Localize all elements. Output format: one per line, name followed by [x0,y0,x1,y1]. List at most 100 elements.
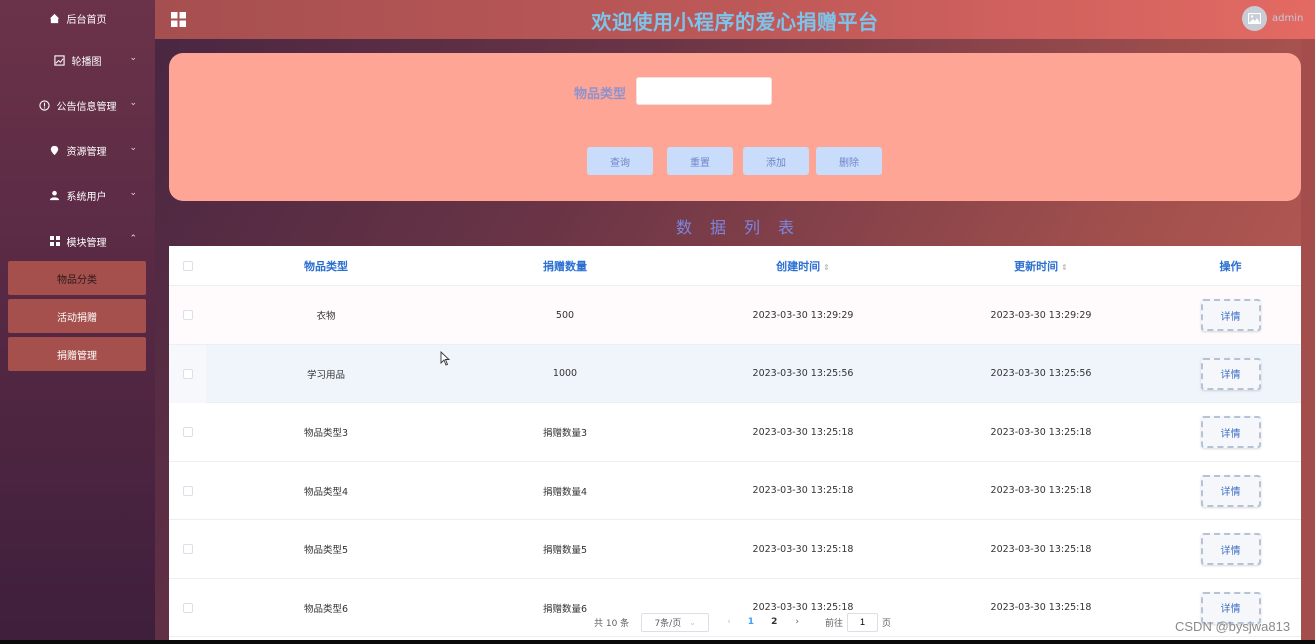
row-checkbox[interactable] [182,427,193,437]
row-select-cell [169,344,206,403]
cell-type: 物品类型4 [303,486,349,498]
chevron-down-icon: ⌄ [129,188,137,198]
table-row[interactable]: 学习用品 1000 2023-03-30 13:25:56 2023-03-30 13… [169,344,1301,403]
user-icon [49,189,61,201]
sidebar-item-home[interactable]: 后台首页 [0,3,155,33]
cell-type: 衣物 [316,311,336,322]
column-header-created[interactable]: 创建时间 ⇕ [684,258,922,274]
chevron-up-icon: ⌃ [129,234,137,244]
query-button[interactable]: 查询 [587,147,653,175]
detail-button[interactable]: 详情 [1200,357,1261,390]
delete-button[interactable]: 删除 [816,147,882,175]
row-checkbox[interactable] [182,544,193,554]
table-row[interactable]: 物品类型4 捐赠数量4 2023-03-30 13:25:18 2023-03-30 … [169,461,1301,520]
cell-updated: 2023-03-30 13:25:18 [990,426,1092,438]
row-checkbox[interactable] [182,485,193,496]
table-row[interactable]: 物品类型5 捐赠数量5 2023-03-30 13:25:18 2023-03-30 … [169,520,1301,579]
avatar[interactable] [1242,6,1267,31]
bottom-bar [0,640,1315,644]
sort-icon[interactable]: ⇕ [823,263,830,272]
goto-label: 前往 [824,618,843,629]
sidebar-subitem-donation-management[interactable]: 捐赠管理 [8,337,146,371]
cell-updated: 2023-03-30 13:25:18 [990,485,1092,496]
reset-button[interactable]: 重置 [667,147,733,175]
table-row[interactable]: 衣物 500 2023-03-30 13:29:29 2023-03-30 13:29… [169,286,1301,345]
section-title: 数据列表 [675,218,812,237]
chevron-down-icon: ⌄ [129,53,137,63]
next-page-button[interactable]: › [795,617,799,627]
table-header: 物品类型 捐赠数量 创建时间 ⇕ 更新时间 ⇕ 操作 [169,246,1301,286]
grid-icon [49,235,61,247]
actions-cell: 详情 [1160,286,1301,344]
chevron-down-icon: ⌄ [129,143,137,153]
search-panel: 物品类型 查询 重置 添加 删除 [169,53,1301,201]
cell-quantity: 捐赠数量3 [542,428,588,439]
sidebar-item-announcements[interactable]: 公告信息管理 ⌄ [0,90,155,120]
cell-created: 2023-03-30 13:25:18 [752,543,854,555]
sidebar-subitem-activity-donation[interactable]: 活动捐赠 [8,299,146,333]
username[interactable]: admin [1272,13,1303,24]
cell-created: 2023-03-30 13:25:18 [752,426,854,438]
row-checkbox[interactable] [182,368,193,379]
row-checkbox[interactable] [182,310,193,320]
sidebar-item-label: 系统用户 [66,191,107,203]
cell-updated: 2023-03-30 13:25:18 [990,543,1092,555]
sidebar-item-resources[interactable]: 资源管理 ⌄ [0,135,155,165]
item-type-input[interactable] [636,77,772,105]
column-header-actions: 操作 [1219,260,1242,273]
row-select-cell [169,520,206,578]
row-select-cell [169,286,206,344]
sidebar-item-carousel[interactable]: 轮播图 ⌄ [0,45,155,75]
info-circle-icon [39,99,51,111]
detail-button[interactable]: 详情 [1200,416,1261,448]
pagination: 共 10 条 7条/页 ⌄ ‹ 1 2 › 前往 页 [594,612,891,632]
row-select-cell [169,462,206,520]
select-all-cell [169,246,206,286]
item-type-label: 物品类型 [574,87,627,102]
sidebar-item-module-management[interactable]: 模块管理 ⌃ [0,226,155,256]
watermark: CSDN @bysjwa813 [1175,619,1291,634]
sidebar-item-label: 模块管理 [66,237,107,249]
cell-created: 2023-03-30 13:29:29 [752,309,854,321]
actions-cell: 详情 [1160,345,1301,403]
cell-created: 2023-03-30 13:25:18 [752,485,854,496]
cell-quantity: 捐赠数量4 [542,486,588,498]
detail-button[interactable]: 详情 [1200,299,1261,331]
detail-button[interactable]: 详情 [1200,533,1261,565]
location-pin-icon [49,144,61,156]
detail-button[interactable]: 详情 [1200,474,1261,507]
page-scrollbar[interactable] [1301,39,1315,640]
sidebar-subitem-item-category[interactable]: 物品分类 [8,261,146,295]
column-header-quantity: 捐赠数量 [543,260,587,273]
cell-quantity: 500 [555,309,575,321]
goto-page-input[interactable] [846,612,878,632]
page-title: 欢迎使用小程序的爱心捐赠平台 [591,10,879,34]
app-window: 后台首页 轮播图 ⌄ 公告信息管理 ⌄ 资源管理 ⌄ 系统用户 ⌄ 模块管理 ⌃… [0,0,1315,640]
page-button-1[interactable]: 1 [748,617,754,627]
home-icon [49,12,61,24]
sidebar: 后台首页 轮播图 ⌄ 公告信息管理 ⌄ 资源管理 ⌄ 系统用户 ⌄ 模块管理 ⌃… [0,0,155,640]
image-icon [54,54,66,66]
sidebar-item-label: 资源管理 [66,146,107,158]
column-header-updated[interactable]: 更新时间 ⇕ [922,258,1160,274]
actions-cell: 详情 [1160,520,1301,578]
add-button[interactable]: 添加 [743,147,809,175]
page-size-select[interactable]: 7条/页 ⌄ [641,612,710,632]
table-row[interactable]: 物品类型3 捐赠数量3 2023-03-30 13:25:18 2023-03-30 … [169,403,1301,462]
cell-type: 物品类型3 [303,428,349,439]
top-header: 欢迎使用小程序的爱心捐赠平台 admin [155,0,1315,39]
select-all-checkbox[interactable] [182,261,193,271]
cell-quantity: 1000 [552,368,578,379]
sidebar-item-label: 公告信息管理 [56,101,117,113]
mouse-cursor-icon [440,350,451,370]
cell-type: 学习用品 [306,369,345,381]
cell-updated: 2023-03-30 13:25:56 [990,368,1092,379]
sort-icon[interactable]: ⇕ [1061,263,1068,272]
cell-updated: 2023-03-30 13:29:29 [990,309,1092,321]
sidebar-item-system-users[interactable]: 系统用户 ⌄ [0,180,155,210]
image-placeholder-icon [1248,13,1261,24]
prev-page-button[interactable]: ‹ [727,617,731,627]
page-button-2[interactable]: 2 [771,617,777,627]
chevron-down-icon: ⌄ [129,98,137,108]
row-checkbox[interactable] [182,602,193,613]
